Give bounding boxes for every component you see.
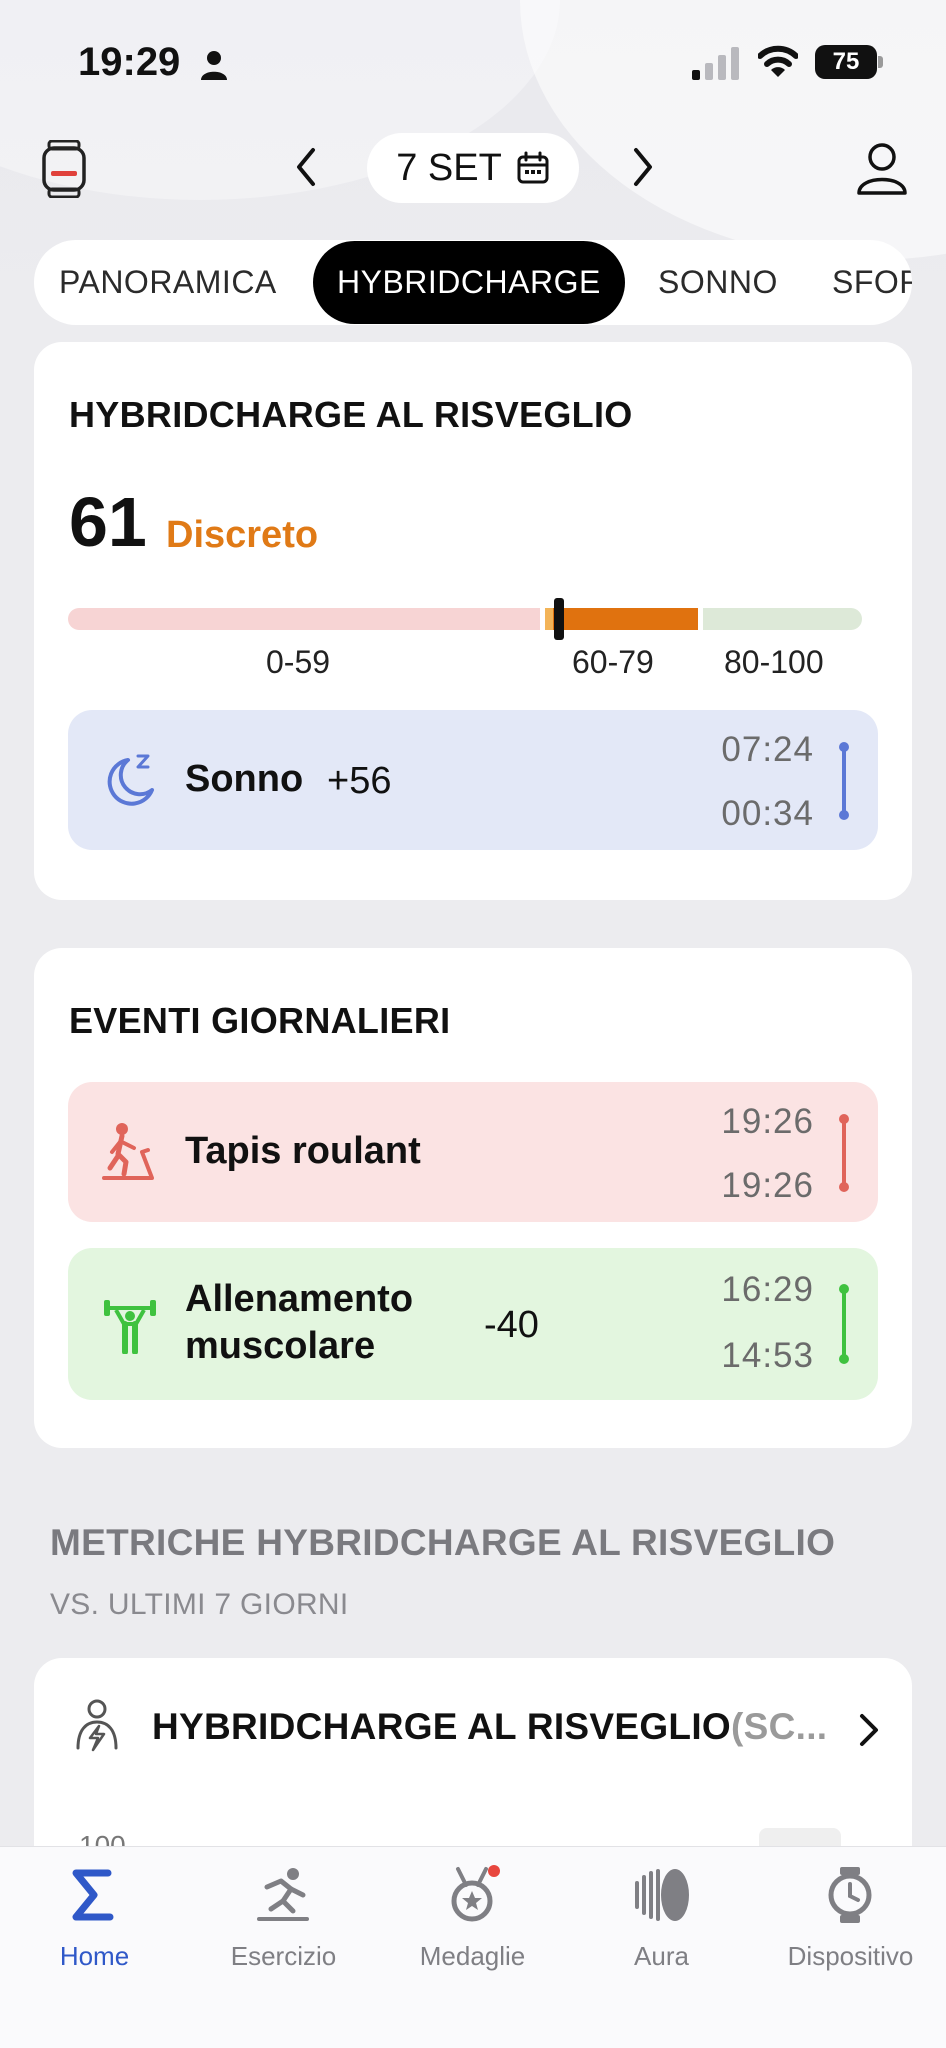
section-subtitle: VS. ULTIMI 7 GIORNI (50, 1588, 349, 1621)
bottom-nav: Home Esercizio Medaglie Aura Dispositivo (0, 1846, 946, 2048)
watch-icon[interactable] (40, 140, 88, 198)
range-label-mid: 60-79 (572, 644, 654, 680)
signal-icon (692, 47, 739, 80)
event-end-time: 19:26 (721, 1102, 814, 1141)
event-label-line2: muscolare (185, 1325, 376, 1367)
range-label-high: 80-100 (724, 644, 824, 680)
status-bar: 19:29 75 (0, 0, 946, 120)
nav-label: Aura (634, 1941, 689, 1971)
event-start-time: 14:53 (721, 1336, 814, 1375)
range-mid-segment (545, 608, 698, 630)
tab-sforzo[interactable]: SFORZO (832, 240, 912, 325)
sleep-label: Sonno (185, 758, 304, 800)
event-time-line (842, 1288, 846, 1360)
nav-label: Dispositivo (787, 1941, 914, 1971)
section-title: METRICHE HYBRIDCHARGE AL RISVEGLIO (50, 1522, 836, 1563)
nav-aura[interactable]: Aura (567, 1847, 756, 2048)
score-rating: Discreto (166, 514, 319, 556)
sleep-end-time: 07:24 (721, 730, 814, 769)
nav-label: Esercizio (230, 1941, 337, 1971)
nav-dispositivo[interactable]: Dispositivo (756, 1847, 945, 2048)
nav-medaglie[interactable]: Medaglie (378, 1847, 567, 2048)
tab-sonno[interactable]: SONNO (658, 240, 778, 325)
tab-bar: PANORAMICA HYBRIDCHARGE SONNO SFORZO (34, 240, 912, 325)
wifi-icon (758, 45, 798, 77)
running-icon (257, 1868, 309, 1921)
event-start-time: 19:26 (721, 1166, 814, 1205)
nav-esercizio[interactable]: Esercizio (189, 1847, 378, 2048)
card-title: HYBRIDCHARGE AL RISVEGLIO (69, 394, 633, 435)
person-icon (201, 51, 227, 80)
medal-icon (451, 1865, 500, 1922)
sleep-time-line (842, 746, 846, 816)
event-strength-training[interactable]: Allenamento muscolare -40 16:29 14:53 (68, 1248, 878, 1400)
date-selector[interactable]: 7 SET (367, 133, 579, 203)
chevron-right-icon[interactable] (854, 1710, 884, 1750)
nav-home[interactable]: Home (0, 1847, 189, 2048)
status-time: 19:29 (78, 40, 181, 84)
calendar-icon (517, 151, 549, 184)
range-low-segment (68, 608, 540, 630)
sleep-start-time: 00:34 (721, 794, 814, 833)
tab-panoramica[interactable]: PANORAMICA (59, 240, 277, 325)
battery-level: 75 (815, 45, 877, 79)
range-high-segment (703, 608, 862, 630)
range-label-low: 0-59 (266, 644, 331, 680)
event-label: Tapis roulant (185, 1130, 421, 1172)
moon-icon (107, 754, 154, 806)
event-label-line1: Allenamento (185, 1278, 414, 1320)
event-treadmill[interactable]: Tapis roulant 19:26 19:26 (68, 1082, 878, 1222)
charge-person-icon (76, 1699, 118, 1752)
tab-hybridcharge[interactable]: HYBRIDCHARGE (313, 241, 625, 324)
treadmill-icon (102, 1123, 154, 1180)
profile-icon[interactable] (852, 138, 912, 198)
score-marker (554, 598, 565, 640)
nav-label: Medaglie (419, 1941, 526, 1971)
watch-icon (828, 1867, 872, 1923)
strength-training-icon (104, 1300, 156, 1354)
sigma-icon (72, 1869, 114, 1921)
nav-label: Home (59, 1941, 130, 1971)
wake-hybridcharge-card[interactable]: HYBRIDCHARGE AL RISVEGLIO 61 Discreto 0-… (34, 342, 912, 900)
event-value: -40 (484, 1304, 539, 1346)
daily-events-card: EVENTI GIORNALIERI Tapis roulant 19:26 1… (34, 948, 912, 1448)
event-end-time: 16:29 (721, 1270, 814, 1309)
aura-icon (635, 1869, 689, 1921)
sleep-row[interactable]: Sonno +56 07:24 00:34 (68, 710, 878, 850)
hybridcharge-score: 61 (69, 483, 147, 561)
score-range-bar (68, 608, 862, 630)
metric-card-title: HYBRIDCHARGE AL RISVEGLIO(SC... (152, 1706, 828, 1747)
next-day-button[interactable] (620, 140, 664, 194)
sleep-value: +56 (327, 760, 392, 802)
card-title: EVENTI GIORNALIERI (69, 1000, 451, 1041)
current-date: 7 SET (396, 146, 502, 189)
battery-indicator: 75 (815, 45, 883, 79)
previous-day-button[interactable] (285, 140, 329, 194)
event-time-line (842, 1118, 846, 1188)
